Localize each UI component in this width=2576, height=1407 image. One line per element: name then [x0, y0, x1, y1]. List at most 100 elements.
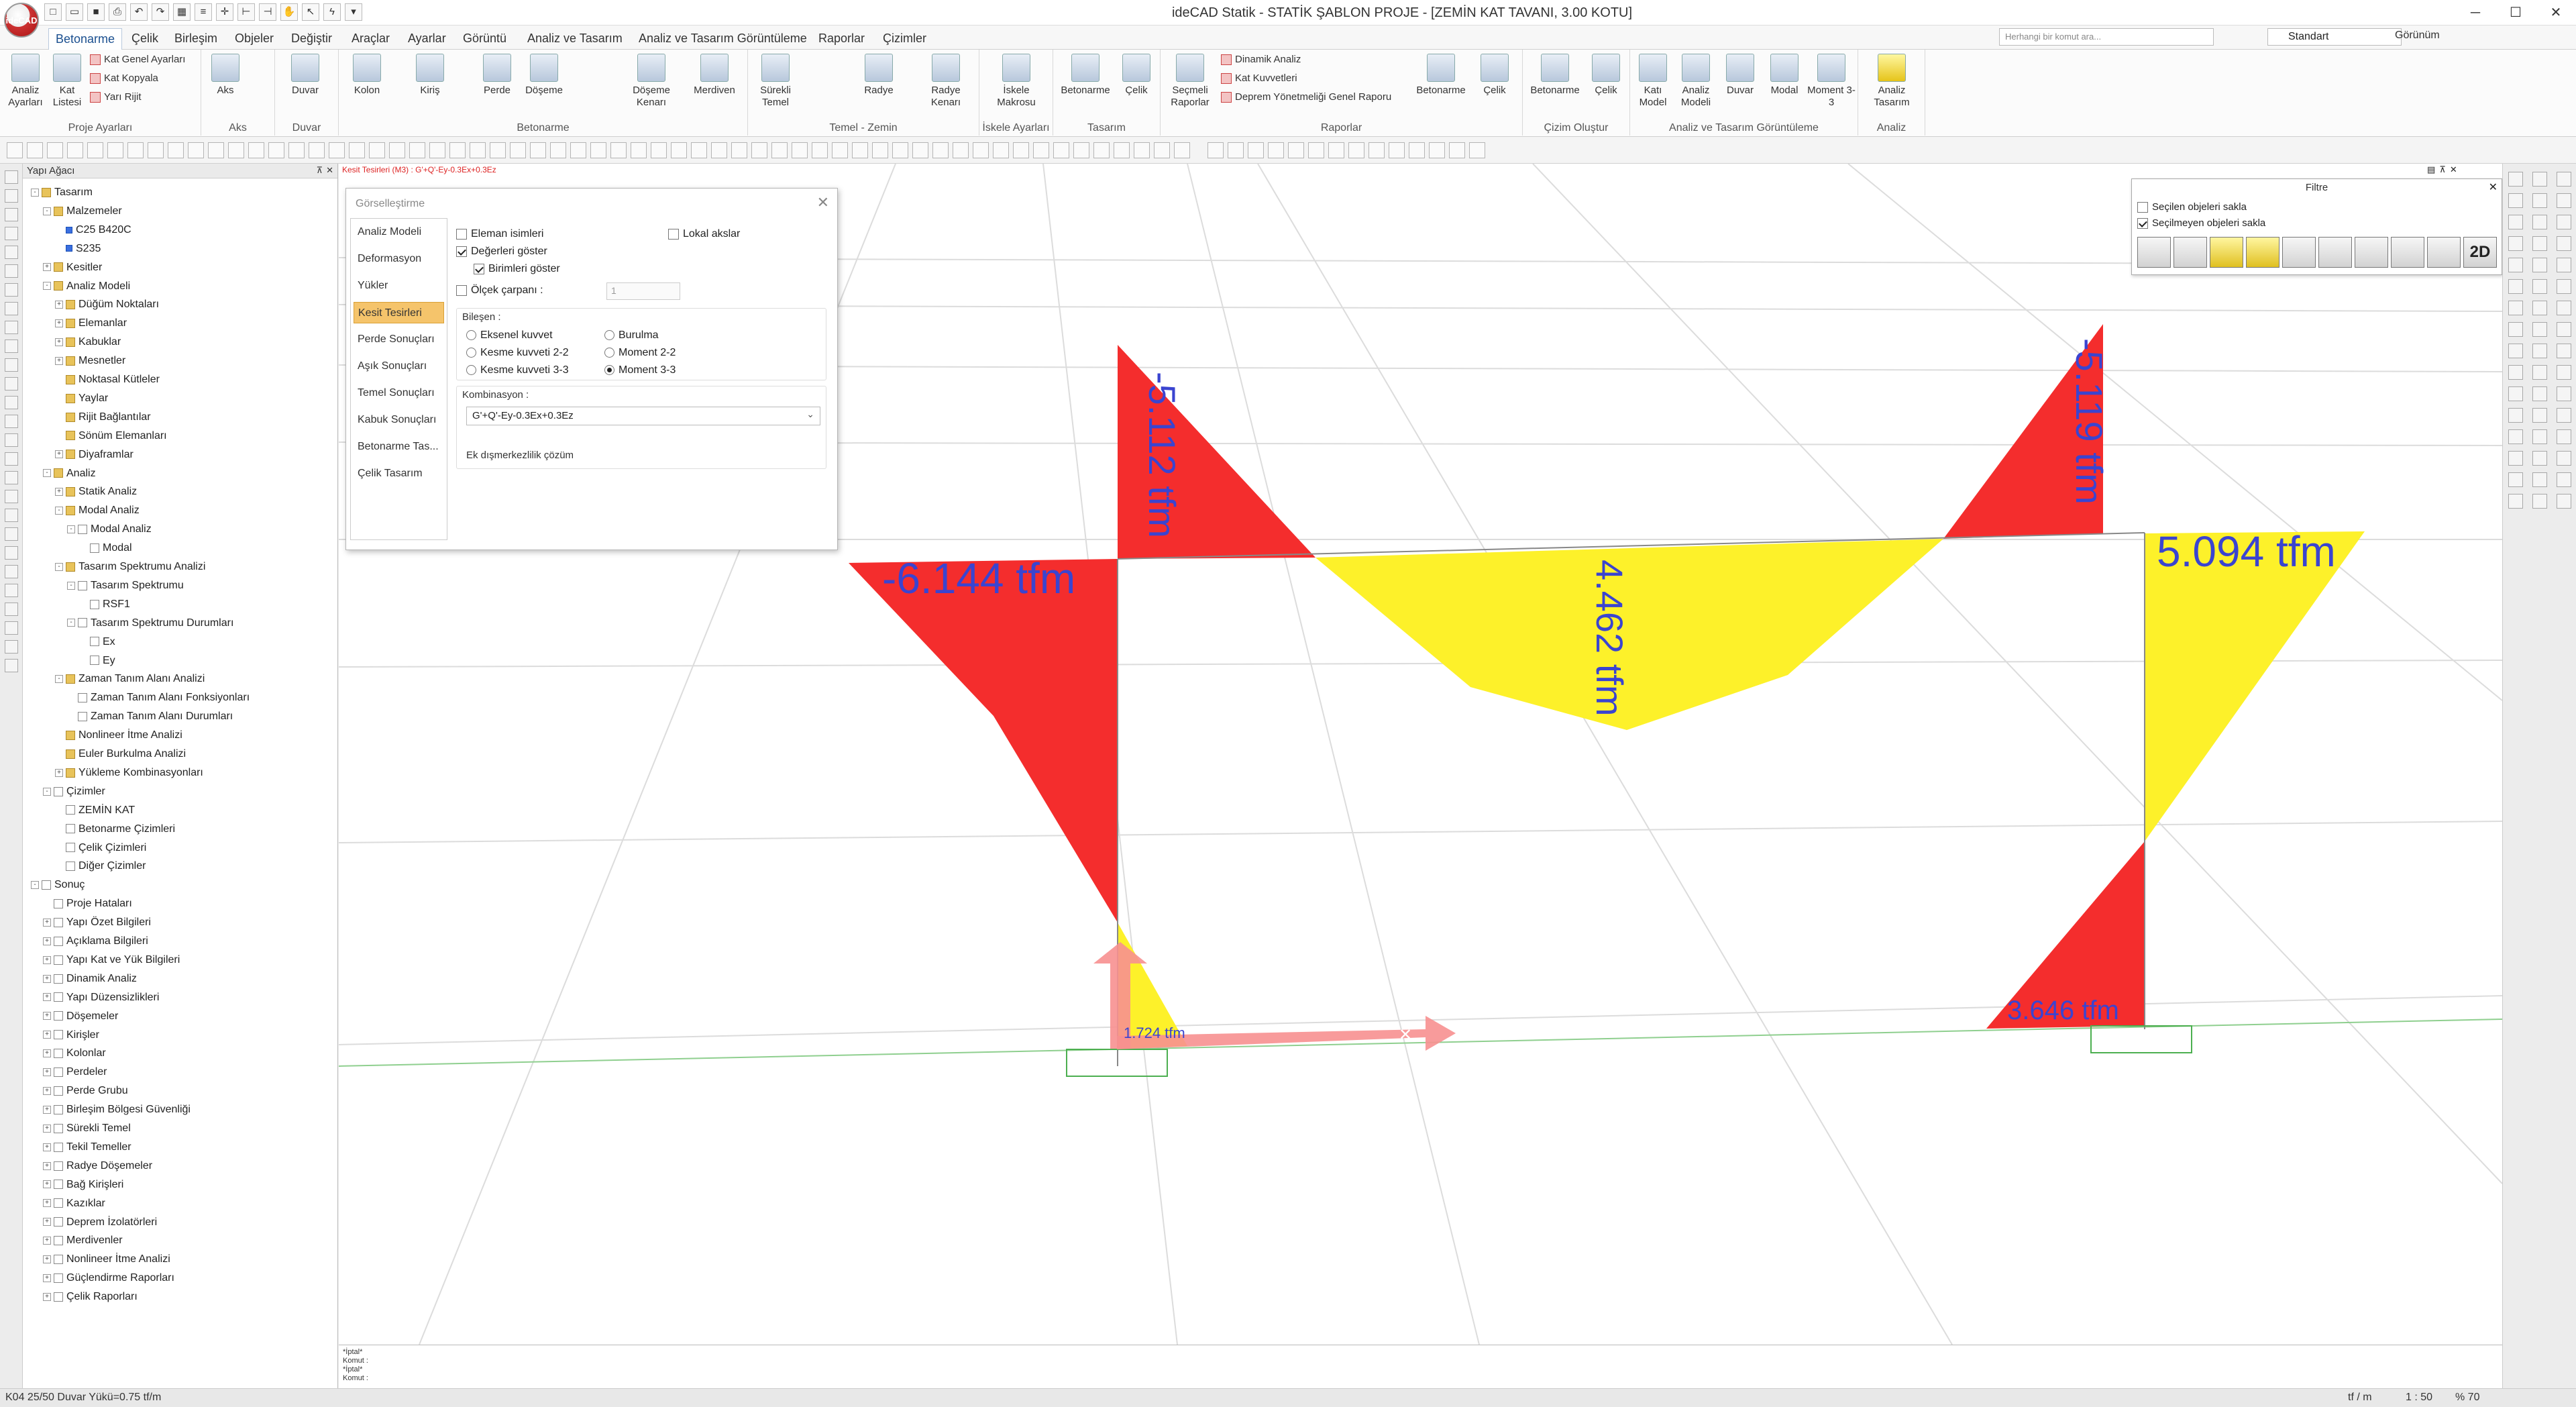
- tab-analiz-tasarim[interactable]: Analiz ve Tasarım: [521, 28, 629, 50]
- axis-button[interactable]: Aks: [207, 54, 244, 97]
- crane-icon[interactable]: [2557, 494, 2571, 509]
- measure-icon[interactable]: ⊢: [237, 3, 255, 21]
- materials-icon[interactable]: [5, 227, 18, 240]
- load-icon[interactable]: [2508, 344, 2523, 358]
- support-icon[interactable]: [2508, 322, 2523, 337]
- tree-item[interactable]: + Yükleme Kombinasyonları: [55, 764, 203, 782]
- collapse-icon[interactable]: -: [31, 188, 39, 197]
- expand-icon[interactable]: +: [43, 1105, 51, 1114]
- table-icon[interactable]: [590, 142, 606, 158]
- tree-item[interactable]: Diğer Çizimler: [55, 857, 146, 875]
- tab-degistir[interactable]: Değiştir: [284, 28, 339, 50]
- detail-icon[interactable]: [852, 142, 868, 158]
- tree-item[interactable]: Rijit Bağlantılar: [55, 409, 151, 426]
- moment-33-button[interactable]: Moment 3-3: [1807, 54, 1856, 109]
- tree-item[interactable]: + Döşemeler: [43, 1008, 118, 1025]
- shaded-icon[interactable]: [2532, 236, 2547, 251]
- nav-yukler[interactable]: Yükler: [354, 275, 444, 297]
- expand-icon[interactable]: +: [43, 1049, 51, 1058]
- block-icon[interactable]: [610, 142, 627, 158]
- nav-kesit-tesirleri[interactable]: Kesit Tesirleri: [354, 302, 444, 323]
- snap-node-icon[interactable]: [1368, 142, 1385, 158]
- section-icon[interactable]: ⊣: [259, 3, 276, 21]
- zoom-window-icon[interactable]: [27, 142, 43, 158]
- expand-icon[interactable]: +: [43, 974, 51, 983]
- raft-edge-button[interactable]: Radye Kenarı: [919, 54, 973, 109]
- select-icon[interactable]: [7, 142, 23, 158]
- tree-item[interactable]: Sönüm Elemanları: [55, 427, 167, 445]
- collapse-icon[interactable]: -: [43, 282, 51, 291]
- nav-kabuk-sonuclari[interactable]: Kabuk Sonuçları: [354, 409, 444, 431]
- filter-slabs-icon[interactable]: [2246, 237, 2279, 268]
- design-icon[interactable]: [5, 321, 18, 334]
- snap-intersection-icon[interactable]: [1268, 142, 1284, 158]
- element-names-checkbox[interactable]: Eleman isimleri: [456, 227, 543, 241]
- steel-report-button[interactable]: Çelik: [1473, 54, 1516, 97]
- link-icon[interactable]: [912, 142, 928, 158]
- tree-item[interactable]: + Deprem İzolatörleri: [43, 1214, 157, 1231]
- analysis-design-button[interactable]: Analiz Tasarım: [1864, 54, 1920, 109]
- radio-moment-22[interactable]: Moment 2-2: [604, 346, 676, 360]
- frame-icon[interactable]: [2532, 301, 2547, 315]
- rectangle-icon[interactable]: [691, 142, 707, 158]
- tree-item[interactable]: + Düğüm Noktaları: [55, 296, 159, 313]
- spline-icon[interactable]: [490, 142, 506, 158]
- support-icon[interactable]: [1174, 142, 1190, 158]
- rotate-icon[interactable]: [228, 142, 244, 158]
- join-icon[interactable]: [409, 142, 425, 158]
- hand-icon[interactable]: ✋: [280, 3, 298, 21]
- tools-icon[interactable]: [5, 490, 18, 503]
- expand-icon[interactable]: +: [43, 1237, 51, 1245]
- radio-shear-22[interactable]: Kesme kuvveti 2-2: [466, 346, 569, 360]
- layers-icon[interactable]: [5, 189, 18, 203]
- grid-icon[interactable]: ▦: [173, 3, 191, 21]
- render-icon[interactable]: [2557, 215, 2571, 229]
- view-top-icon[interactable]: [2508, 172, 2523, 187]
- snap-icon[interactable]: ✛: [216, 3, 233, 21]
- foundation-icon[interactable]: [1114, 142, 1130, 158]
- offset-icon[interactable]: [329, 142, 345, 158]
- expand-icon[interactable]: +: [43, 1143, 51, 1151]
- leader-icon[interactable]: [792, 142, 808, 158]
- chain-icon[interactable]: [872, 142, 888, 158]
- move-icon[interactable]: [188, 142, 204, 158]
- tree-item[interactable]: - Malzemeler: [43, 203, 122, 220]
- tree-item[interactable]: - Tasarım Spektrumu: [67, 577, 184, 594]
- snap-tangent-icon[interactable]: [1308, 142, 1324, 158]
- properties-icon[interactable]: [5, 208, 18, 221]
- panel-close-icon[interactable]: ✕: [2450, 164, 2457, 178]
- fillet-icon[interactable]: [369, 142, 385, 158]
- view-iso-icon[interactable]: [2508, 193, 2523, 208]
- pin-icon[interactable]: ⊼: [316, 165, 323, 176]
- seismic-general-report-button[interactable]: Deprem Yönetmeliği Genel Raporu: [1221, 91, 1391, 103]
- combination-select[interactable]: G'+Q'-Ey-0.3Ex+0.3Ez ⌄: [466, 407, 820, 425]
- semi-rigid-button[interactable]: Yarı Rijit: [90, 91, 142, 103]
- nav-analiz-modeli[interactable]: Analiz Modeli: [354, 221, 444, 243]
- tree-item[interactable]: + Elemanlar: [55, 315, 127, 332]
- expand-icon[interactable]: +: [55, 319, 63, 328]
- tree-item[interactable]: + Kolonlar: [43, 1045, 106, 1062]
- status-scale[interactable]: 1 : 50: [2406, 1392, 2432, 1404]
- selective-reports-button[interactable]: Seçmeli Raporlar: [1163, 54, 1217, 109]
- seismic-icon[interactable]: [5, 471, 18, 484]
- expand-icon[interactable]: +: [43, 993, 51, 1002]
- quantities-icon[interactable]: [5, 377, 18, 390]
- steel-drawing-button[interactable]: Çelik: [1586, 54, 1626, 97]
- expand-icon[interactable]: +: [55, 768, 63, 777]
- roof-icon[interactable]: [1073, 142, 1089, 158]
- filter-axis-icon[interactable]: [2427, 237, 2461, 268]
- command-line[interactable]: *İptal* Komut : *İptal* Komut :: [339, 1345, 2502, 1388]
- section-cut-icon[interactable]: [2557, 236, 2571, 251]
- collapse-icon[interactable]: -: [55, 675, 63, 684]
- pencil-icon[interactable]: [107, 142, 123, 158]
- expand-icon[interactable]: +: [55, 301, 63, 309]
- link-icon[interactable]: [2557, 322, 2571, 337]
- plate-icon[interactable]: [2532, 472, 2547, 487]
- zoom-in-icon[interactable]: [2557, 193, 2571, 208]
- filter-close-icon[interactable]: ✕: [2489, 180, 2498, 194]
- cloud-icon[interactable]: [771, 142, 788, 158]
- wall-icon[interactable]: [993, 142, 1009, 158]
- level-icon[interactable]: [812, 142, 828, 158]
- tree-item[interactable]: + Birleşim Bölgesi Güvenliği: [43, 1101, 191, 1118]
- wall-button[interactable]: Duvar: [282, 54, 329, 97]
